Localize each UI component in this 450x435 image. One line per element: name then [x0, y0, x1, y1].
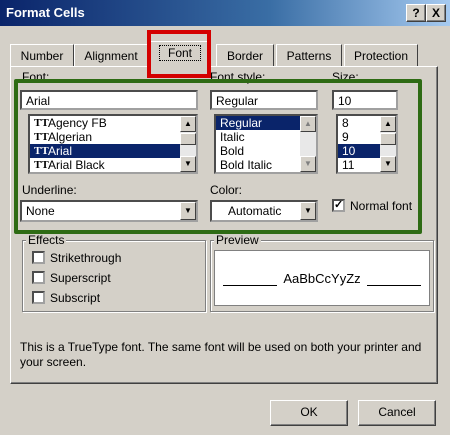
truetype-font-icon: TT: [34, 131, 49, 143]
scroll-up-icon[interactable]: ▲: [180, 116, 196, 132]
scroll-thumb[interactable]: [380, 133, 396, 145]
size-input[interactable]: 10: [332, 90, 398, 110]
color-label: Color:: [210, 183, 243, 197]
subscript-checkbox[interactable]: [32, 291, 45, 304]
size-list[interactable]: 8 9 10 11 ▲ ▼: [336, 114, 398, 174]
font-style-scrollbar[interactable]: ▲ ▼: [300, 116, 316, 172]
tab-number[interactable]: Number: [10, 44, 74, 67]
superscript-label: Superscript: [50, 271, 111, 285]
strikethrough-label: Strikethrough: [50, 251, 122, 265]
font-list-item-label: Arial Black: [48, 158, 105, 172]
font-tab-highlight: [147, 30, 211, 78]
ok-button[interactable]: OK: [270, 400, 348, 426]
font-style-input[interactable]: Regular: [210, 90, 318, 110]
font-list-item[interactable]: TT Arial Black: [30, 158, 196, 172]
font-list-item-label: Algerian: [48, 130, 93, 144]
scroll-down-icon[interactable]: ▼: [300, 156, 316, 172]
underline-label: Underline:: [22, 183, 77, 197]
size-list-scrollbar[interactable]: ▲ ▼: [380, 116, 396, 172]
title-bar: Format Cells ? X: [0, 0, 450, 26]
tab-border[interactable]: Border: [216, 44, 274, 67]
scroll-up-icon[interactable]: ▲: [380, 116, 396, 132]
normal-font-label: Normal font: [350, 199, 413, 213]
color-dropdown[interactable]: Automatic ▼: [210, 200, 318, 222]
superscript-checkbox[interactable]: [32, 271, 45, 284]
close-button[interactable]: X: [426, 4, 446, 22]
preview-sample: AaBbCcYyZz: [215, 271, 429, 286]
help-button[interactable]: ?: [406, 4, 426, 22]
underline-dropdown[interactable]: None ▼: [20, 200, 198, 222]
scroll-up-icon[interactable]: ▲: [300, 116, 316, 132]
subscript-label: Subscript: [50, 291, 101, 305]
window-title: Format Cells: [6, 5, 85, 20]
truetype-info-text: This is a TrueType font. The same font w…: [20, 340, 422, 369]
preview-sample-text: AaBbCcYyZz: [277, 271, 367, 286]
font-list-item[interactable]: TT Agency FB: [30, 116, 196, 130]
preview-label: Preview: [214, 233, 261, 247]
font-list-scrollbar[interactable]: ▲ ▼: [180, 116, 196, 172]
size-label: Size:: [332, 70, 359, 84]
color-value: Automatic: [228, 204, 282, 218]
tab-alignment[interactable]: Alignment: [74, 44, 148, 67]
font-style-list[interactable]: Regular Italic Bold Bold Italic ▲ ▼: [214, 114, 318, 174]
font-list[interactable]: TT Agency FB TT Algerian TT Arial TT Arial B…: [28, 114, 198, 174]
truetype-font-icon: TT: [34, 117, 49, 129]
normal-font-checkbox[interactable]: ✓: [332, 199, 345, 212]
tab-patterns[interactable]: Patterns: [276, 44, 342, 67]
font-list-item-selected[interactable]: TT Arial: [30, 144, 196, 158]
preview-box: AaBbCcYyZz: [214, 250, 430, 306]
font-list-item-label: Agency FB: [48, 116, 107, 130]
cancel-button[interactable]: Cancel: [358, 400, 436, 426]
font-input[interactable]: Arial: [20, 90, 198, 110]
font-list-item-label: Arial: [48, 144, 73, 158]
font-style-label: Font style:: [210, 70, 266, 84]
font-list-item[interactable]: TT Algerian: [30, 130, 196, 144]
scroll-thumb[interactable]: [180, 133, 196, 145]
truetype-font-icon: TT: [34, 159, 49, 171]
dropdown-arrow-icon[interactable]: ▼: [180, 202, 196, 220]
dropdown-arrow-icon[interactable]: ▼: [300, 202, 316, 220]
truetype-font-icon: TT: [34, 145, 49, 157]
tab-protection[interactable]: Protection: [344, 44, 418, 67]
strikethrough-checkbox[interactable]: [32, 251, 45, 264]
underline-value: None: [26, 204, 55, 218]
font-label: Font:: [22, 70, 50, 84]
scroll-down-icon[interactable]: ▼: [380, 156, 396, 172]
effects-label: Effects: [26, 233, 67, 247]
scroll-down-icon[interactable]: ▼: [180, 156, 196, 172]
